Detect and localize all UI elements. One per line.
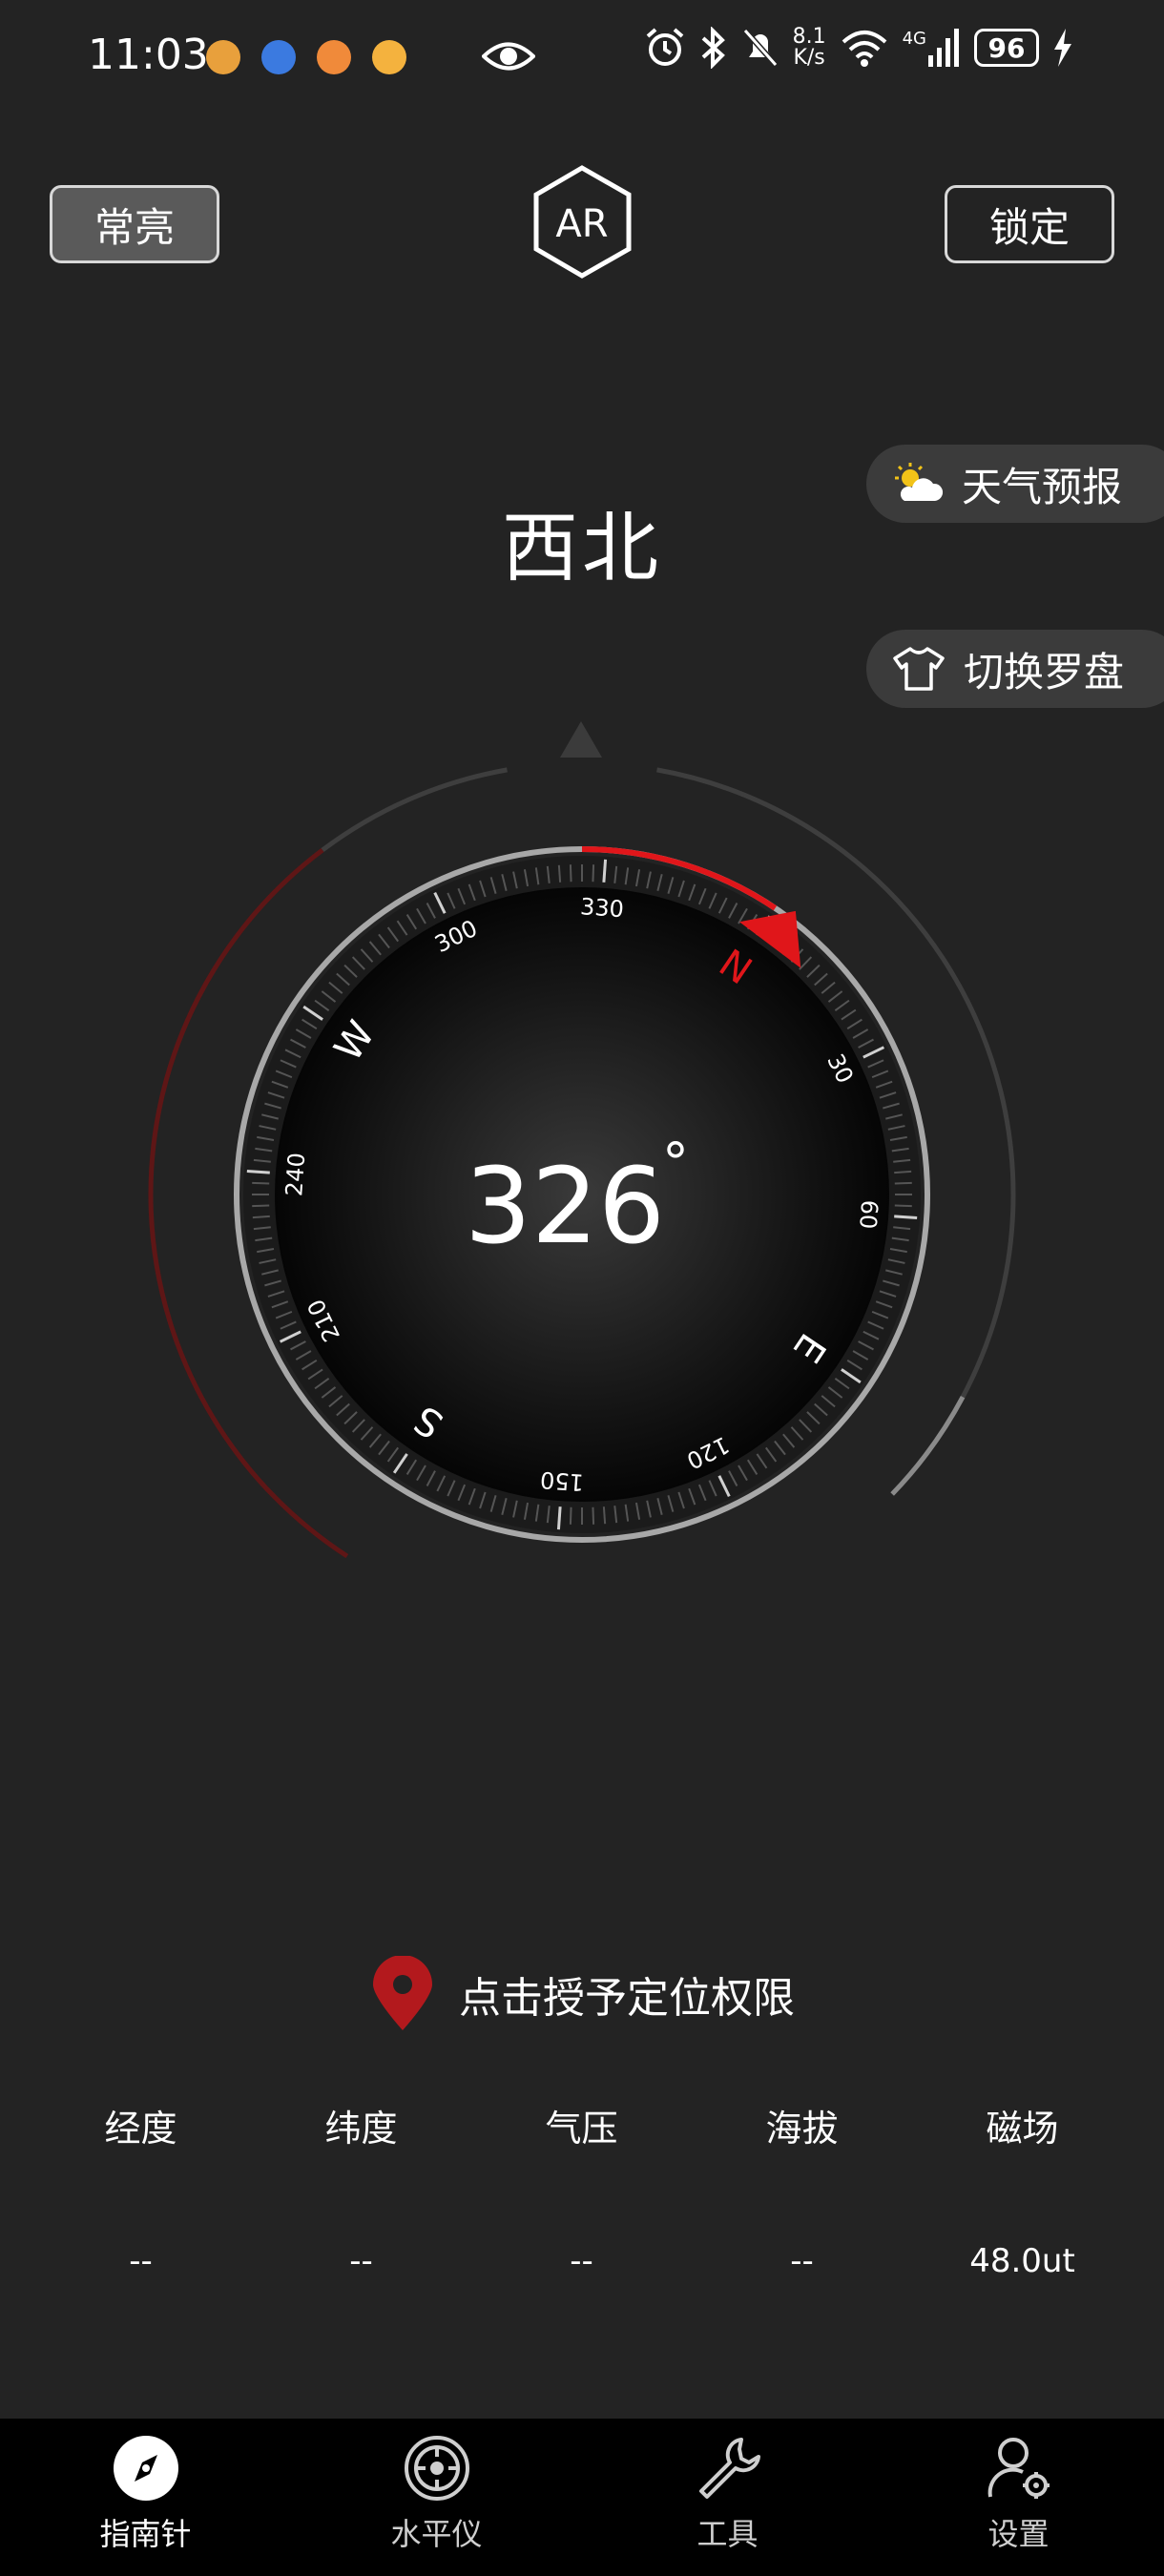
- info-values-row: -- -- -- -- 48.0ut: [0, 2242, 1164, 2280]
- direction-name: 西北: [502, 504, 662, 592]
- degree-label: 330: [579, 893, 625, 923]
- wifi-icon: [842, 31, 886, 67]
- status-time: 11:03: [88, 31, 209, 79]
- net-speed: 8.1 K/s: [792, 25, 826, 70]
- heading-value: 326: [465, 1145, 665, 1267]
- heading-pointer-icon: [560, 721, 602, 758]
- dial-tick: [602, 1506, 607, 1525]
- nav-compass[interactable]: 指南针: [0, 2419, 291, 2576]
- degree-label: 150: [539, 1466, 585, 1496]
- nav-settings-label: 设置: [987, 2516, 1050, 2552]
- nav-level-label: 水平仪: [390, 2516, 483, 2552]
- nav-compass-label: 指南针: [99, 2516, 192, 2552]
- nav-tools-label: 工具: [696, 2516, 759, 2552]
- switch-compass-button[interactable]: 切换罗盘: [866, 630, 1164, 708]
- bottom-navigation: 指南针 水平仪 工具 设置: [0, 2419, 1164, 2576]
- pressure-value: --: [570, 2242, 593, 2280]
- dial-tick: [252, 1204, 270, 1208]
- compass-dial: NESW 3060120150210240300330 326 °: [148, 721, 1016, 1559]
- dial-tick: [252, 1215, 270, 1219]
- lock-button[interactable]: 锁定: [945, 185, 1114, 263]
- settings-icon: [987, 2438, 1050, 2499]
- dial-tick: [246, 1169, 270, 1174]
- pressure-label: 气压: [545, 2108, 618, 2150]
- degree-label: 60: [854, 1199, 883, 1230]
- dial-tick: [894, 1170, 912, 1174]
- location-permission-button[interactable]: 点击授予定位权限: [0, 1956, 1164, 2032]
- latitude-value: --: [349, 2242, 373, 2280]
- wrench-icon: [698, 2438, 760, 2499]
- heading-unit: °: [662, 1132, 689, 1195]
- location-pin-icon: [373, 1956, 432, 2030]
- longitude-label: 经度: [104, 2108, 177, 2150]
- level-icon: [404, 2436, 469, 2501]
- dial-tick: [252, 1181, 270, 1185]
- ar-button[interactable]: AR: [528, 162, 637, 281]
- longitude-value: --: [129, 2242, 153, 2280]
- dial-tick: [569, 1506, 572, 1525]
- notification-app-icon: [317, 40, 351, 74]
- dial-tick: [592, 864, 595, 883]
- bluetooth-icon: [701, 27, 725, 69]
- tshirt-icon: [893, 647, 945, 691]
- status-bar: 11:03 8.1 K/s 4G 96: [0, 0, 1164, 114]
- magnetic-field-value: 48.0ut: [969, 2242, 1075, 2280]
- dial-tick: [556, 1506, 562, 1530]
- cell-signal-icon: 4G: [903, 29, 961, 67]
- degree-label: 240: [281, 1152, 310, 1197]
- notification-app-icon: [206, 40, 240, 74]
- altitude-label: 海拔: [765, 2108, 839, 2150]
- compass-icon: [113, 2436, 178, 2501]
- dial-tick: [602, 859, 608, 883]
- alarm-icon: [646, 28, 683, 66]
- dial-tick: [592, 1506, 595, 1525]
- switch-compass-label: 切换罗盘: [964, 648, 1125, 696]
- nav-level[interactable]: 水平仪: [291, 2419, 582, 2576]
- info-labels-row: 经度 纬度 气压 海拔 磁场: [0, 2099, 1164, 2151]
- charging-icon: [1054, 29, 1071, 67]
- dial-tick: [894, 1181, 912, 1185]
- outer-arc: [321, 767, 508, 853]
- status-right-icons: 8.1 K/s 4G 96: [644, 27, 1073, 69]
- dial-tick: [569, 864, 572, 883]
- dial-tick: [894, 1215, 918, 1220]
- nav-tools[interactable]: 工具: [582, 2419, 873, 2576]
- mute-bell-icon: [742, 29, 778, 67]
- notification-app-icon: [372, 40, 406, 74]
- outer-arc: [890, 1396, 966, 1496]
- battery-indicator: 96: [974, 29, 1039, 67]
- dial-tick: [557, 864, 562, 883]
- notification-app-icon: [261, 40, 296, 74]
- latitude-label: 纬度: [324, 2108, 398, 2150]
- always-on-button[interactable]: 常亮: [50, 185, 219, 263]
- location-permission-text: 点击授予定位权限: [459, 1974, 795, 2023]
- dial-tick: [894, 1204, 912, 1208]
- magnetic-field-label: 磁场: [986, 2108, 1059, 2150]
- altitude-value: --: [790, 2242, 814, 2280]
- nav-settings[interactable]: 设置: [873, 2419, 1164, 2576]
- ar-hexagon-icon: AR: [533, 165, 632, 279]
- ar-logo-text: AR: [555, 202, 608, 246]
- eye-icon: [482, 42, 535, 71]
